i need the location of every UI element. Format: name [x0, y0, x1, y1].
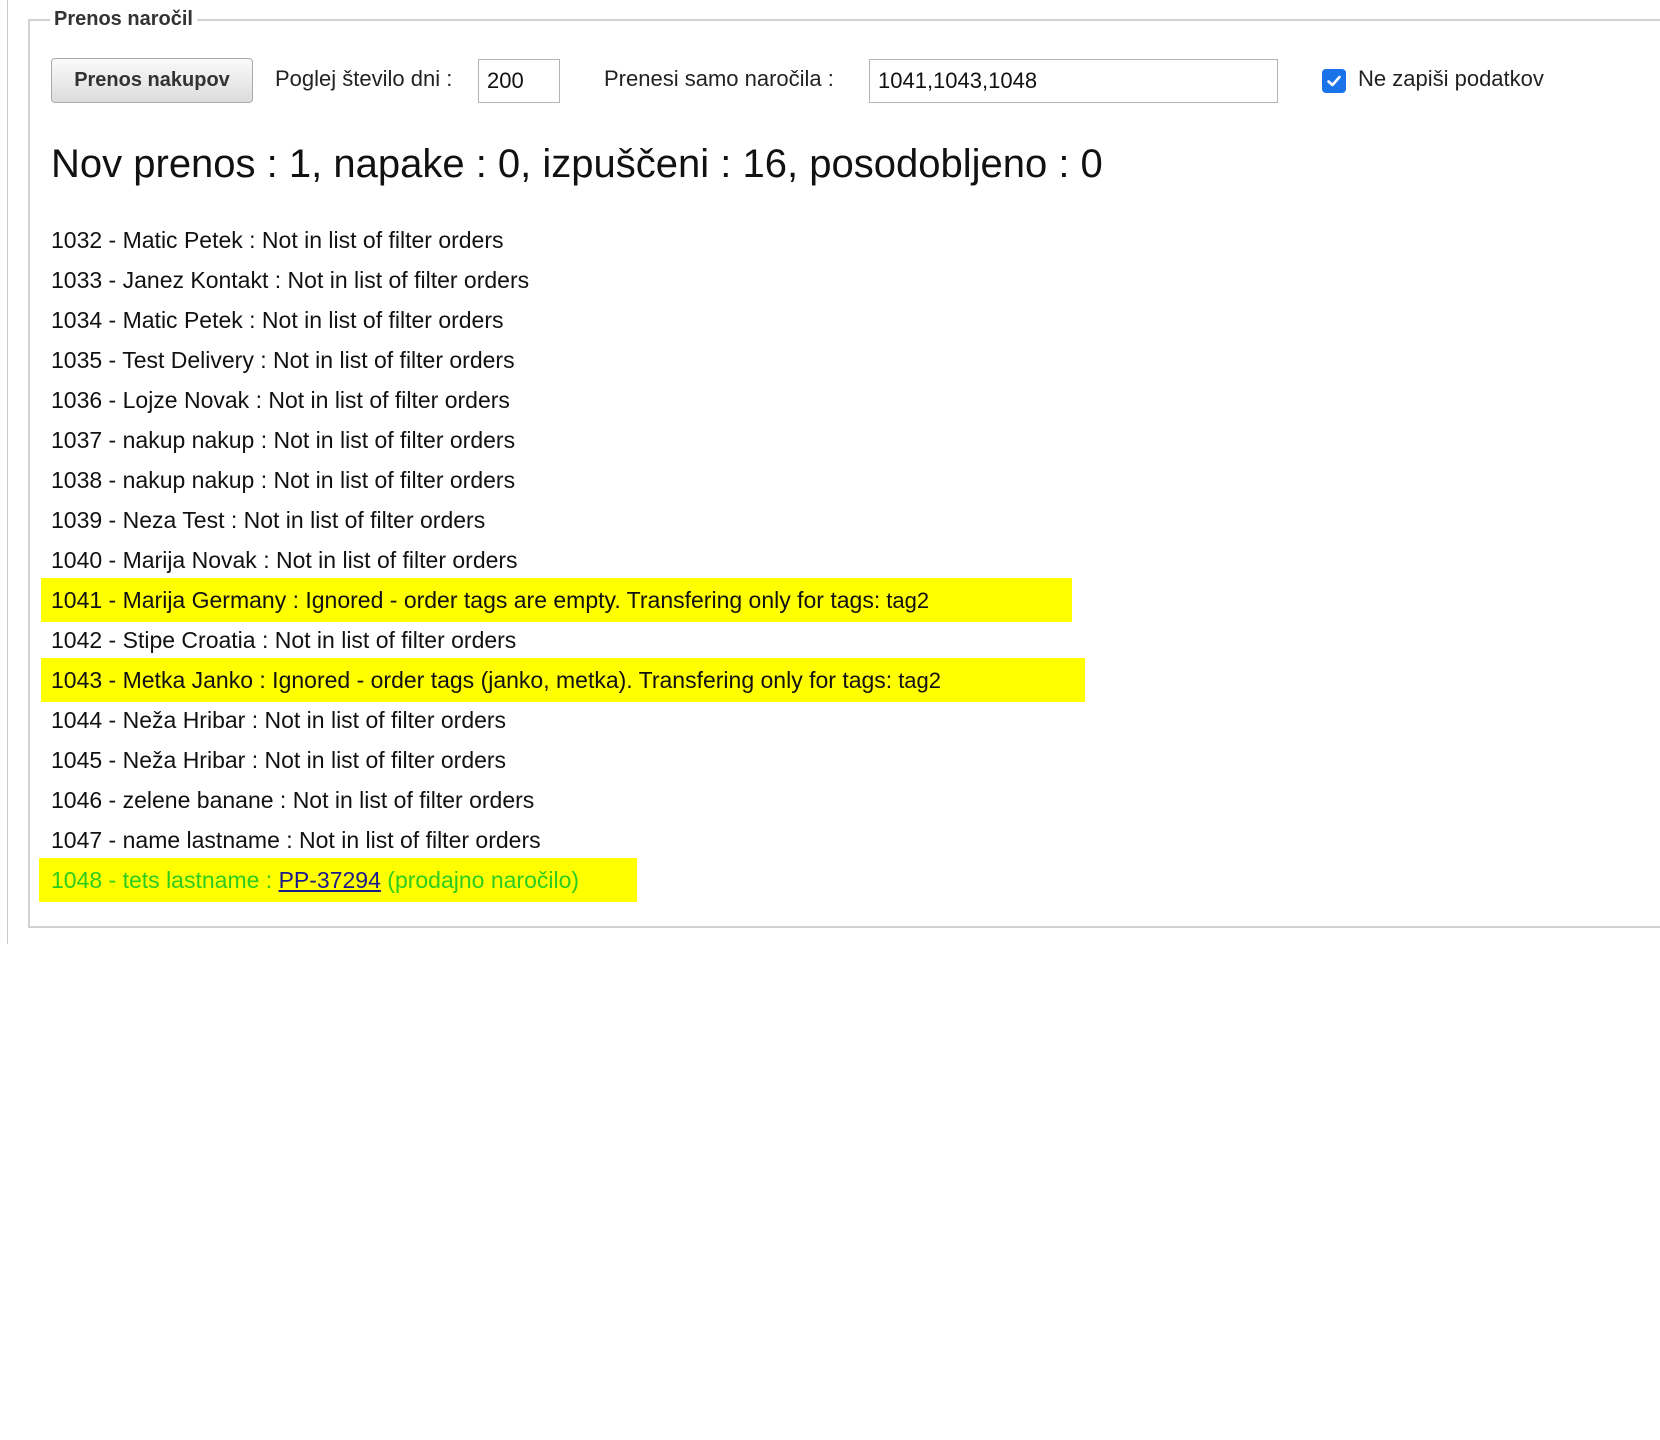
transfer-purchases-button[interactable]: Prenos nakupov — [51, 58, 253, 103]
transfer-log: 1032 - Matic Petek : Not in list of filt… — [38, 220, 1086, 902]
log-row-1032: 1032 - Matic Petek : Not in list of filt… — [51, 227, 504, 253]
log-row-1036: 1036 - Lojze Novak : Not in list of filt… — [51, 387, 510, 413]
log-row-1035: 1035 - Test Delivery : Not in list of fi… — [51, 347, 515, 373]
log-row-1039: 1039 - Neza Test : Not in list of filter… — [51, 507, 486, 533]
panel-legend: Prenos naročil — [54, 8, 193, 30]
log-row-1040: 1040 - Marija Novak : Not in list of fil… — [51, 547, 518, 573]
log-row-tag: tag2 — [886, 588, 930, 613]
log-row-1041-highlighted: 1041 - Marija Germany : Ignored - order … — [40, 578, 1073, 622]
log-row-1034: 1034 - Matic Petek : Not in list of filt… — [51, 307, 504, 333]
transfer-summary: Nov prenos : 1, napake : 0, izpuščeni : … — [51, 142, 1103, 186]
no-write-label: Ne zapiši podatkov — [1358, 66, 1544, 91]
log-row-1037: 1037 - nakup nakup : Not in list of filt… — [51, 427, 516, 453]
days-input[interactable] — [478, 59, 560, 103]
log-row-1045: 1045 - Neža Hribar : Not in list of filt… — [51, 747, 507, 773]
checkmark-icon — [1327, 75, 1341, 87]
orders-filter-label: Prenesi samo naročila : — [604, 66, 834, 91]
sales-order-link[interactable]: PP-37294 — [279, 867, 381, 893]
log-row-1048-success: 1048 - tets lastname : PP-37294 (prodajn… — [38, 858, 941, 902]
log-row-text: 1041 - Marija Germany : Ignored - order … — [51, 587, 881, 613]
log-row-text: 1043 - Metka Janko : Ignored - order tag… — [51, 667, 893, 693]
log-row-1044: 1044 - Neža Hribar : Not in list of filt… — [51, 707, 507, 733]
left-border — [7, 0, 8, 944]
log-row-1047: 1047 - name lastname : Not in list of fi… — [51, 827, 541, 853]
orders-filter-input[interactable] — [869, 59, 1278, 103]
log-row-1038: 1038 - nakup nakup : Not in list of filt… — [51, 467, 516, 493]
log-row-tag: tag2 — [898, 668, 942, 693]
log-row-prefix: 1048 - tets lastname : — [51, 867, 273, 893]
log-row-suffix: (prodajno naročilo) — [387, 867, 580, 893]
log-row-1043-highlighted: 1043 - Metka Janko : Ignored - order tag… — [40, 658, 1086, 702]
log-row-1033: 1033 - Janez Kontakt : Not in list of fi… — [51, 267, 530, 293]
log-row-1046: 1046 - zelene banane : Not in list of fi… — [51, 787, 535, 813]
no-write-checkbox[interactable] — [1322, 69, 1346, 93]
days-label: Poglej število dni : — [275, 66, 453, 91]
log-row-1042: 1042 - Stipe Croatia : Not in list of fi… — [51, 627, 517, 653]
